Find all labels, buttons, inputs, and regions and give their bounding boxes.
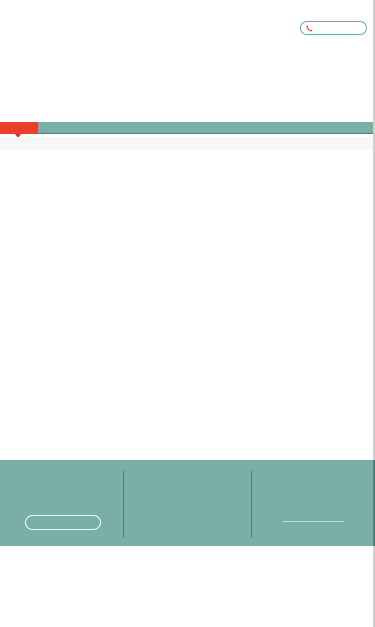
footer-underline <box>283 521 344 522</box>
footer-button[interactable] <box>25 515 101 530</box>
footer <box>0 460 373 546</box>
footer-divider <box>123 471 124 538</box>
phone-button[interactable] <box>300 21 367 35</box>
main-nav <box>0 122 375 134</box>
footer-divider <box>251 471 252 538</box>
nav-item-active[interactable] <box>0 122 38 134</box>
subnav-strip <box>0 137 373 150</box>
page <box>0 0 375 627</box>
phone-icon <box>306 25 313 32</box>
